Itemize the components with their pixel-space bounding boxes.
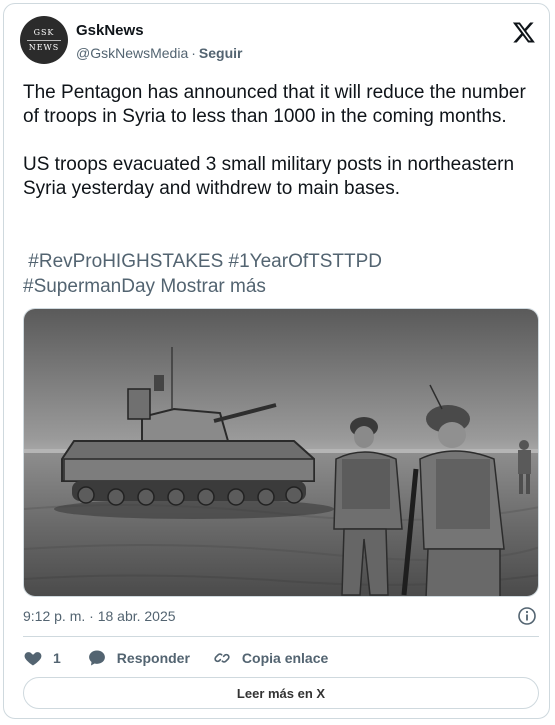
photo-military-vehicle-soldiers	[24, 309, 538, 596]
copy-link-label: Copia enlace	[241, 650, 329, 666]
x-logo-icon[interactable]	[512, 20, 536, 44]
like-count: 1	[53, 650, 61, 666]
tweet-card: GSK NEWS GskNews @GskNewsMedia · Seguir Th…	[3, 3, 550, 719]
avatar[interactable]: GSK NEWS	[20, 16, 68, 64]
action-bar: 1 Responder Copia enlace	[23, 646, 350, 670]
link-icon	[214, 653, 230, 663]
read-more-button[interactable]: Leer más en X	[23, 677, 539, 709]
hashtags: #RevProHIGHSTAKES #1YearOfTSTTPD #Superm…	[23, 249, 543, 299]
author-name[interactable]: GskNews	[76, 22, 144, 39]
reply-button[interactable]: Responder	[87, 648, 190, 668]
heart-icon	[24, 652, 42, 666]
tweet-header: GSK NEWS GskNews @GskNewsMedia · Seguir	[20, 16, 540, 66]
tweet-timestamp[interactable]: 9:12 p. m. · 18 abr. 2025	[23, 608, 176, 624]
avatar-rule	[27, 39, 61, 41]
tweet-photo[interactable]	[23, 308, 539, 597]
avatar-line1: GSK	[33, 27, 55, 37]
author-handle[interactable]: @GskNewsMedia	[76, 45, 188, 61]
speech-bubble-icon	[88, 650, 105, 666]
like-button[interactable]: 1	[23, 648, 61, 668]
copy-link-button[interactable]: Copia enlace	[212, 648, 328, 668]
hashtags-line2-wrap: #SupermanDay Mostrar más	[23, 274, 543, 299]
tweet-text: The Pentagon has announced that it will …	[23, 82, 526, 199]
divider	[23, 636, 539, 637]
separator-dot: ·	[191, 45, 196, 61]
info-icon[interactable]	[517, 606, 537, 626]
reply-label: Responder	[116, 650, 190, 666]
hashtags-line1[interactable]: #RevProHIGHSTAKES #1YearOfTSTTPD	[23, 249, 543, 274]
hashtag-supermanday[interactable]: #SupermanDay	[23, 276, 155, 297]
avatar-line2: NEWS	[28, 42, 60, 52]
author-subline: @GskNewsMedia · Seguir	[76, 45, 243, 61]
follow-button[interactable]: Seguir	[199, 45, 243, 61]
show-more-link[interactable]: Mostrar más	[160, 276, 266, 297]
